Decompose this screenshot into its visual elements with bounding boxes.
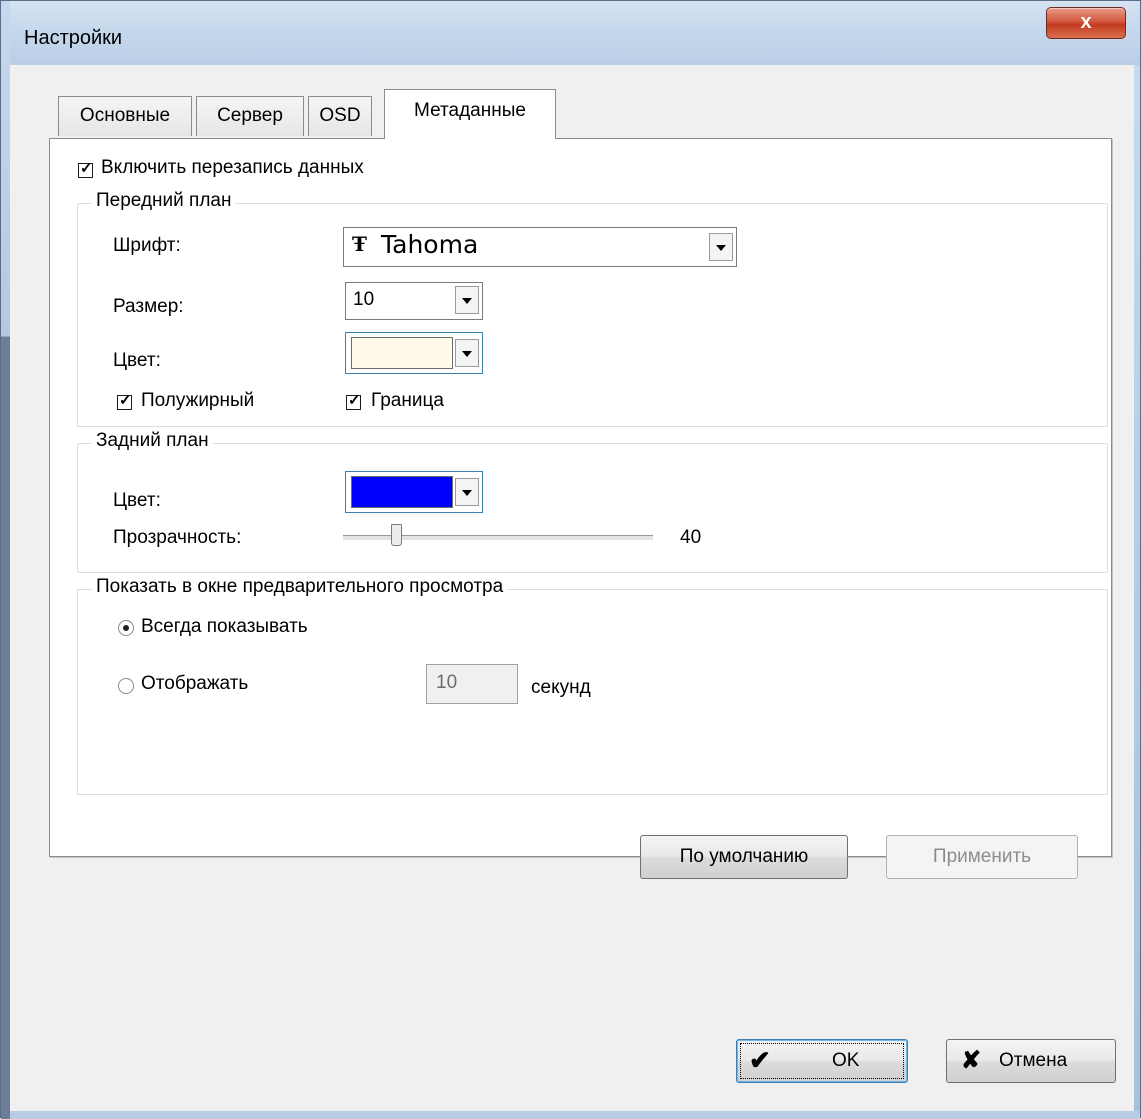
chevron-down-icon[interactable] [455,286,479,314]
tab-label: Основные [79,105,171,126]
apply-button[interactable]: Применить [886,835,1078,879]
border-checkbox[interactable]: ✓ [346,392,361,410]
cancel-button[interactable]: ✘ Отмена [946,1039,1116,1083]
check-mark-icon: ✓ [80,160,93,177]
transparency-value: 40 [680,527,702,548]
size-label: Размер: [113,296,184,317]
enable-overwrite-checkbox[interactable]: ✓ [78,160,93,178]
fg-color-label: Цвет: [113,350,161,371]
transparency-label: Прозрачность: [113,527,242,548]
tab-general[interactable]: Основные [58,96,192,136]
display-for-radio[interactable] [118,678,134,694]
default-button-label: По умолчанию [679,846,809,867]
tab-label: OSD [319,105,361,126]
transparency-slider-thumb[interactable] [391,524,402,546]
display-for-label: Отображать [141,673,249,694]
background-group-title: Задний план [92,430,213,452]
tab-label: Метаданные [414,100,526,121]
ok-button[interactable]: ✔ OK [736,1039,908,1083]
always-show-label: Всегда показывать [141,616,308,637]
bg-color-swatch [351,476,453,508]
transparency-slider-track[interactable] [343,535,653,541]
window-frame-left [1,1,10,1119]
seconds-input[interactable]: 10 [426,664,518,704]
fg-color-picker[interactable] [345,332,483,374]
fg-color-swatch [351,337,453,369]
tab-osd[interactable]: OSD [308,96,372,136]
bold-label: Полужирный [141,390,255,411]
window-title: Настройки [24,27,123,49]
checkmark-icon: ✔ [749,1045,771,1075]
tab-metadata[interactable]: Метаданные [384,89,556,139]
check-mark-icon: ✓ [348,392,361,409]
font-type-icon: Ŧ [352,232,367,256]
chevron-down-icon[interactable] [709,233,733,261]
size-select[interactable]: 10 [345,282,483,320]
x-mark-icon: ✘ [961,1047,982,1074]
cancel-button-label: Отмена [999,1050,1068,1071]
tab-label: Сервер [217,105,283,126]
size-select-value: 10 [353,289,375,310]
chevron-down-icon[interactable] [455,478,479,506]
seconds-input-value: 10 [436,672,458,693]
metadata-tab-panel: ✓ Включить перезапись данных Передний пл… [49,138,1112,879]
close-button[interactable]: x [1046,7,1126,39]
apply-button-label: Применить [932,846,1032,867]
bg-color-label: Цвет: [113,490,161,511]
dialog-client-area: Основные Сервер OSD Метаданные ✓ Включит… [10,65,1134,1111]
border-label: Граница [371,390,444,411]
tab-server[interactable]: Сервер [196,96,304,136]
title-bar[interactable]: Настройки x [10,1,1140,65]
font-select[interactable]: Ŧ Tahoma [343,227,737,267]
seconds-unit-label: секунд [531,677,591,698]
default-button[interactable]: По умолчанию [640,835,848,879]
settings-window: Настройки x Основные Сервер OSD Метаданн… [0,0,1141,1119]
always-show-radio[interactable] [118,620,134,636]
bg-color-picker[interactable] [345,471,483,513]
preview-group-title: Показать в окне предварительного просмот… [92,576,508,598]
font-select-value: Tahoma [381,230,479,259]
foreground-group-title: Передний план [92,190,236,212]
close-icon: x [1080,11,1092,33]
enable-overwrite-label: Включить перезапись данных [101,157,364,178]
chevron-down-icon[interactable] [455,339,479,367]
radio-dot-icon [123,625,129,631]
font-label: Шрифт: [113,235,181,256]
check-mark-icon: ✓ [119,392,132,409]
ok-button-label: OK [832,1050,860,1071]
bold-checkbox[interactable]: ✓ [117,392,132,410]
background-group: Задний план [77,430,1108,573]
